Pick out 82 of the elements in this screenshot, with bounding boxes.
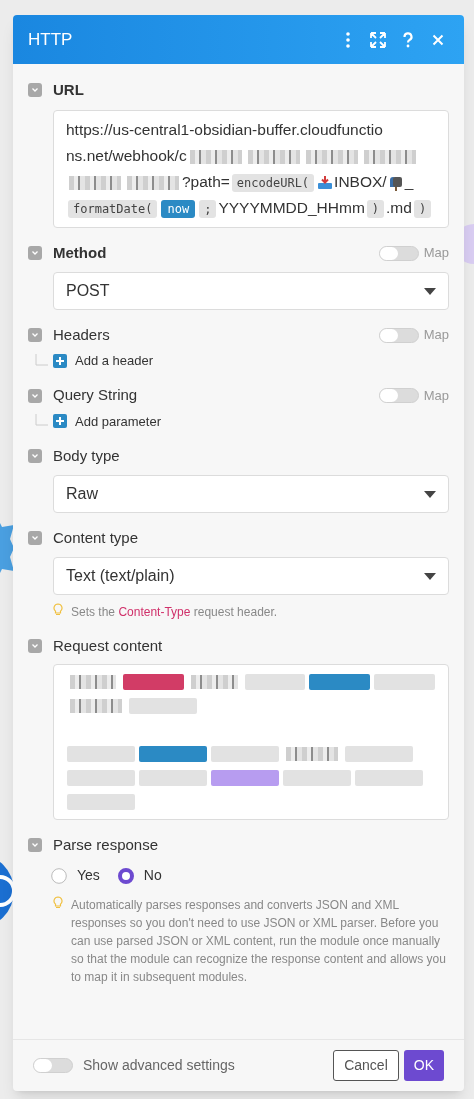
url-text: .md (386, 198, 412, 218)
chevron-icon (31, 453, 39, 459)
field-label: Headers (53, 324, 111, 345)
chevron-icon (31, 842, 39, 848)
radio-option[interactable]: Yes (51, 865, 100, 886)
url-text: ns.net/webhook/c (66, 146, 187, 166)
tree-connector (35, 414, 49, 429)
collapse-toggle[interactable] (28, 838, 42, 852)
dropdown-icon (424, 572, 436, 580)
function-tag: ; (199, 199, 217, 218)
select-field[interactable]: Text (text/plain) (53, 557, 449, 595)
plus-icon (53, 414, 67, 429)
url-field[interactable]: https://us-central1-obsidian-buffer.cloudfunctio ns.net/webhook/c ?path= encodeURL( INBOX/ _ formatDate( now ; YYYYMMDD_HHmm ) .md ) (53, 110, 449, 228)
add-button[interactable]: Add a header (53, 351, 154, 371)
collapse-toggle[interactable] (28, 83, 42, 97)
tree-connector (35, 353, 49, 368)
hint-text: Automatically parses responses and converts JSON and XML responses so you don't need to use JSON or XML parser. Before you can use parsed JSON or XML content, run the module once manually so that the module can recognize the response content and allows you to map it in subsequent modules. (71, 897, 447, 986)
collapse-toggle[interactable] (28, 531, 42, 545)
map-label: Map (423, 326, 449, 345)
redacted-drawing (189, 149, 242, 164)
dropdown-icon (424, 490, 436, 498)
ok-button[interactable]: OK (403, 1050, 444, 1081)
collapse-toggle[interactable] (28, 246, 42, 260)
content-field[interactable] (53, 664, 449, 820)
map-toggle[interactable] (378, 388, 419, 403)
select-field[interactable]: POST (53, 272, 449, 310)
lightbulb-icon (53, 603, 63, 617)
chevron-icon (31, 535, 39, 541)
lightbulb-icon (53, 896, 63, 910)
window-title: HTTP (28, 28, 74, 51)
redacted-drawing (191, 675, 238, 689)
variable-tag: now (161, 199, 196, 218)
redacted-drawing (305, 149, 358, 164)
field-label: Request content (53, 635, 164, 656)
radio-option[interactable]: No (117, 865, 162, 886)
field-label: Method (53, 242, 108, 263)
plus-icon (53, 353, 67, 368)
advanced-toggle[interactable] (33, 1058, 73, 1073)
field-label: Content type (53, 527, 140, 548)
field-label: Parse response (53, 834, 160, 855)
redacted-drawing (363, 149, 416, 164)
chevron-icon (31, 332, 39, 338)
select-field[interactable]: Raw (53, 475, 449, 513)
collapse-toggle[interactable] (28, 449, 42, 463)
hint-text: Sets the Content-Type request header. (71, 604, 278, 621)
chevron-icon (31, 392, 39, 399)
radio-icon (51, 867, 67, 884)
redacted-drawing (70, 699, 122, 713)
collapse-toggle[interactable] (28, 639, 42, 653)
url-text: YYYYMMDD_HHmm (218, 198, 365, 218)
function-tag: formatDate( (68, 199, 158, 218)
redacted-drawing (70, 675, 117, 689)
redacted-drawing (69, 175, 121, 190)
field-label: Body type (53, 445, 121, 466)
redacted-drawing (127, 175, 179, 190)
collapse-toggle[interactable] (28, 328, 42, 342)
redacted-drawing (247, 149, 300, 164)
field-label: URL (53, 79, 85, 100)
chevron-icon (31, 643, 39, 649)
add-button[interactable]: Add parameter (53, 411, 161, 431)
map-label: Map (423, 244, 449, 263)
url-text: INBOX/ (334, 172, 387, 192)
map-toggle[interactable] (378, 245, 419, 261)
function-tag: ) (366, 199, 385, 218)
url-text: https://us-central1-obsidian-buffer.cloudfunctio (66, 120, 383, 140)
collapse-toggle[interactable] (28, 388, 42, 403)
function-tag: ) (413, 199, 432, 218)
advanced-label: Show advanced settings (83, 1056, 235, 1075)
cancel-button[interactable]: Cancel (333, 1050, 399, 1081)
field-label: Query String (53, 385, 139, 406)
map-label: Map (423, 386, 449, 405)
map-toggle[interactable] (378, 327, 419, 343)
inbox-tray-icon (317, 174, 334, 191)
url-text: _ (404, 172, 414, 192)
url-text: ?path= (182, 172, 230, 192)
dropdown-icon (424, 287, 436, 295)
redacted-drawing (286, 747, 338, 761)
chevron-icon (31, 250, 39, 256)
function-tag: encodeURL( (231, 173, 315, 192)
mailbox-icon (387, 174, 404, 191)
radio-icon (117, 867, 134, 884)
chevron-icon (31, 87, 39, 93)
